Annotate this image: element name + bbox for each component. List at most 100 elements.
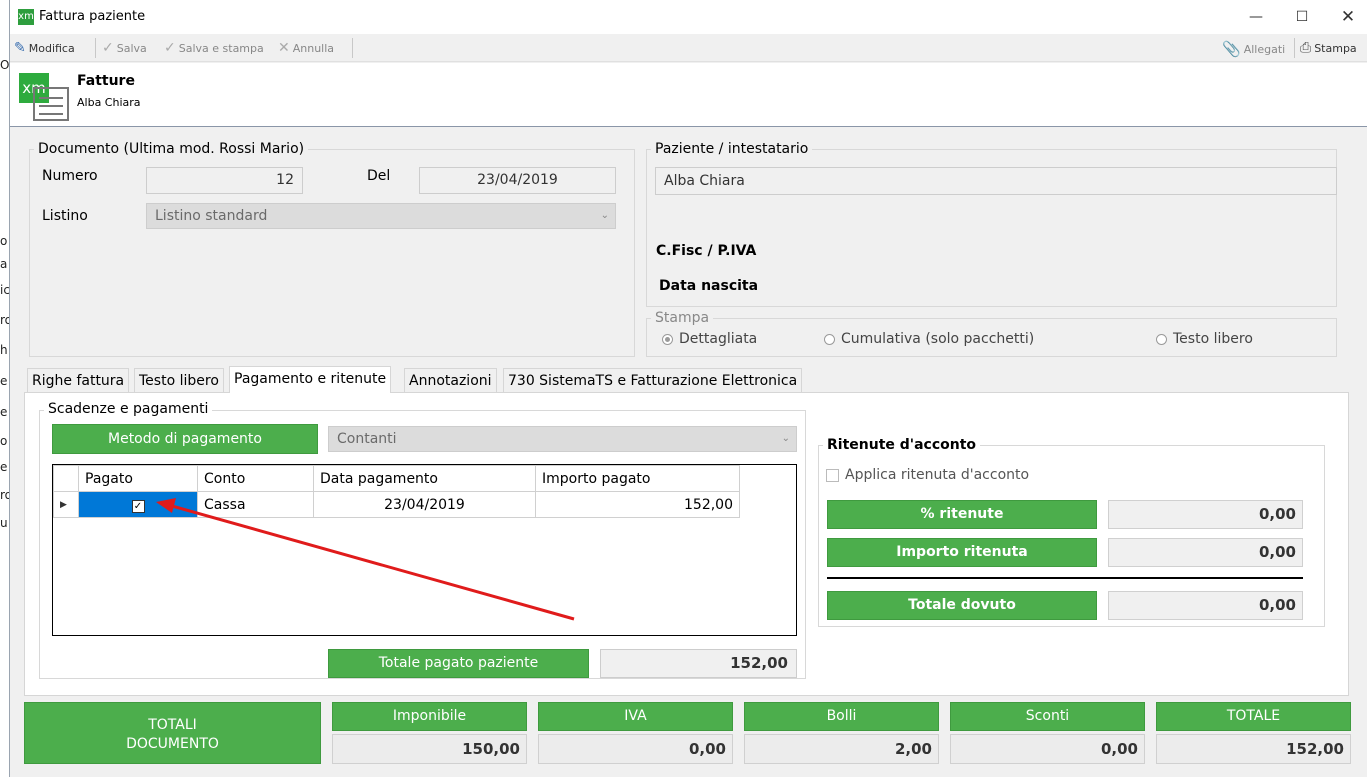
salva-stampa-button[interactable]: ✓ Salva e stampa	[164, 40, 264, 56]
stampa-group-label: Stampa	[651, 310, 714, 326]
radio-dettagliata[interactable]: Dettagliata	[662, 331, 757, 347]
chevron-down-icon: ⌄	[600, 210, 609, 221]
radio-testo-libero-label: Testo libero	[1173, 331, 1253, 347]
tab-panel: Scadenze e pagamenti Metodo di pagamento…	[24, 392, 1349, 696]
numero-field[interactable]: 12	[146, 167, 303, 194]
radio-dettagliata-label: Dettagliata	[679, 331, 758, 347]
scadenze-group-label: Scadenze e pagamenti	[44, 401, 213, 417]
documento-group-label: Documento (Ultima mod. Rossi Mario)	[34, 141, 309, 157]
radio-testo-libero[interactable]: Testo libero	[1156, 331, 1253, 347]
tab-730-sistemats[interactable]: 730 SistemaTS e Fatturazione Elettronica	[503, 368, 803, 392]
totali-line2: DOCUMENTO	[126, 736, 219, 752]
modifica-label: Modifica	[28, 41, 75, 55]
tab-annotazioni[interactable]: Annotazioni	[404, 368, 497, 392]
totali-documento-button[interactable]: TOTALI DOCUMENTO	[24, 702, 321, 764]
totale-value: 152,00	[1156, 734, 1351, 764]
modifica-button[interactable]: ✎ Modifica	[14, 40, 75, 56]
ritenute-divider	[827, 577, 1303, 579]
metodo-pagamento-select[interactable]: Contanti ⌄	[328, 426, 797, 452]
imponibile-label: Imponibile	[332, 702, 527, 731]
radio-cumulativa[interactable]: Cumulativa (solo pacchetti)	[824, 331, 1034, 347]
row-header-cell	[53, 465, 79, 492]
paperclip-icon: 📎	[1222, 40, 1241, 58]
col-conto-header[interactable]: Conto	[197, 465, 314, 492]
app-icon: xm	[18, 9, 34, 25]
chevron-down-icon: ⌄	[781, 433, 790, 444]
row-selector-icon[interactable]: ▶	[53, 491, 79, 518]
annulla-label: Annulla	[292, 41, 335, 55]
window-title: Fattura paziente	[39, 9, 146, 24]
tab-righe-fattura[interactable]: Righe fattura	[27, 368, 130, 392]
data-pagamento-cell[interactable]: 23/04/2019	[313, 491, 536, 518]
page-subtitle: Alba Chiara	[77, 96, 141, 109]
tab-testo-libero[interactable]: Testo libero	[134, 368, 224, 392]
fatture-logo: xm	[19, 71, 69, 121]
importo-ritenuta-button[interactable]: Importo ritenuta	[827, 538, 1097, 567]
paziente-name-field[interactable]: Alba Chiara	[655, 167, 1337, 195]
stampa-button[interactable]: ⎙ Stampa	[1300, 40, 1357, 56]
listino-label: Listino	[42, 208, 88, 224]
ritenute-title: Ritenute d'acconto	[823, 437, 981, 453]
totale-pagato-value: 152,00	[600, 649, 797, 678]
toolbar: ✎ Modifica ✓ Salva ✓ Salva e stampa ✕ An…	[10, 34, 1367, 62]
pagamenti-grid: Pagato Conto Data pagamento Importo paga…	[52, 464, 797, 636]
perc-ritenute-button[interactable]: % ritenute	[827, 500, 1097, 529]
applica-ritenuta-checkbox[interactable]: Applica ritenuta d'acconto	[826, 467, 1029, 483]
toolbar-separator	[1294, 38, 1295, 58]
allegati-button[interactable]: 📎 Allegati	[1222, 40, 1285, 58]
pagato-cell[interactable]: ✓	[78, 491, 198, 518]
check-icon: ✓	[164, 40, 176, 56]
iva-value: 0,00	[538, 734, 733, 764]
stampa-label: Stampa	[1314, 41, 1357, 55]
background-window: O o a ic ro h e e o e ro u	[0, 0, 9, 777]
totale-dovuto-button[interactable]: Totale dovuto	[827, 591, 1097, 620]
edit-icon: ✎	[14, 40, 26, 56]
totale-pagato-button[interactable]: Totale pagato paziente	[328, 649, 589, 678]
metodo-pagamento-value: Contanti	[337, 431, 397, 447]
minimize-button[interactable]: —	[1233, 0, 1279, 34]
x-icon: ✕	[278, 40, 290, 56]
page-title: Fatture	[77, 73, 135, 89]
checkbox-checked-icon[interactable]: ✓	[131, 499, 145, 513]
totali-line1: TOTALI	[148, 717, 197, 733]
totale-label: TOTALE	[1156, 702, 1351, 731]
toolbar-separator	[95, 38, 96, 58]
maximize-button[interactable]: ☐	[1279, 0, 1325, 34]
totale-dovuto-value: 0,00	[1108, 591, 1303, 620]
check-icon: ✓	[102, 40, 114, 56]
sconti-label: Sconti	[950, 702, 1145, 731]
radio-unchecked-icon	[824, 333, 835, 345]
col-data-header[interactable]: Data pagamento	[313, 465, 536, 492]
salva-label: Salva	[116, 41, 147, 55]
metodo-pagamento-button[interactable]: Metodo di pagamento	[52, 424, 318, 454]
listino-select[interactable]: Listino standard ⌄	[146, 203, 616, 229]
data-documento-field[interactable]: 23/04/2019	[419, 167, 616, 194]
checkbox-unchecked-icon	[826, 468, 839, 482]
applica-ritenuta-label: Applica ritenuta d'acconto	[845, 467, 1030, 483]
close-button[interactable]: ✕	[1325, 0, 1367, 34]
radio-cumulativa-label: Cumulativa (solo pacchetti)	[841, 331, 1035, 347]
col-pagato-header[interactable]: Pagato	[78, 465, 198, 492]
imponibile-value: 150,00	[332, 734, 527, 764]
printer-icon: ⎙	[1300, 40, 1312, 56]
col-importo-header[interactable]: Importo pagato	[535, 465, 740, 492]
tab-pagamento-ritenute[interactable]: Pagamento e ritenute	[229, 366, 392, 393]
salva-stampa-label: Salva e stampa	[178, 41, 264, 55]
sconti-value: 0,00	[950, 734, 1145, 764]
document-icon	[33, 87, 69, 121]
numero-label: Numero	[42, 168, 98, 184]
iva-label: IVA	[538, 702, 733, 731]
toolbar-separator	[352, 38, 353, 58]
perc-ritenute-value: 0,00	[1108, 500, 1303, 529]
cf-label: C.Fisc / P.IVA	[656, 243, 757, 259]
title-bar: xm Fattura paziente — ☐ ✕	[10, 0, 1367, 34]
radio-checked-icon	[662, 333, 673, 345]
bolli-label: Bolli	[744, 702, 939, 731]
importo-pagato-cell[interactable]: 152,00	[535, 491, 740, 518]
table-row[interactable]: ▶ ✓ Cassa 23/04/2019 152,00	[53, 491, 740, 518]
invoice-window: xm Fattura paziente — ☐ ✕ ✎ Modifica ✓ S…	[9, 0, 1367, 777]
salva-button[interactable]: ✓ Salva	[102, 40, 147, 56]
page-header: xm Fatture Alba Chiara	[10, 63, 1367, 127]
conto-cell[interactable]: Cassa	[197, 491, 314, 518]
annulla-button[interactable]: ✕ Annulla	[278, 40, 334, 56]
